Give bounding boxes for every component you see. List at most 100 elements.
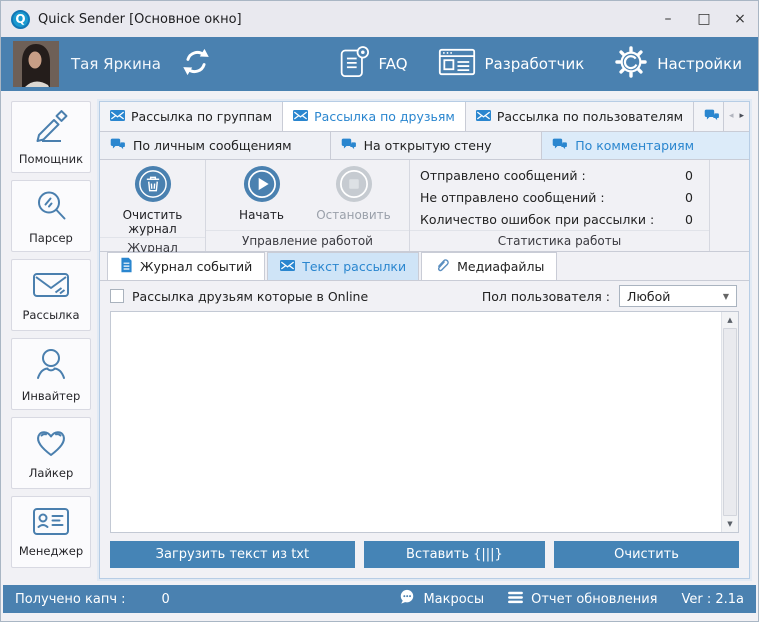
tab-mailing-video[interactable]: Рассылка по вид [694,102,724,131]
toolbar-group-stats: Отправлено сообщений : 0 Не отправлено с… [410,160,710,251]
document-icon [120,257,133,276]
refresh-button[interactable] [179,45,213,83]
stat-not-sent: Не отправлено сообщений : 0 [420,188,693,206]
stat-label: Количество ошибок при рассылки : [420,211,655,227]
faq-label: FAQ [378,55,408,73]
clear-log-label: Очистить журнал [122,208,183,237]
actions-row: Загрузить текст из txt Вставить {|||} Оч… [110,541,740,568]
start-label: Начать [239,208,284,222]
window-controls: – □ × [650,1,758,37]
clear-text-button[interactable]: Очистить [554,541,740,568]
browser-window-icon [438,47,476,81]
tab-media-files[interactable]: Медиафайлы [421,252,558,280]
sidebar-item-label: Менеджер [18,543,84,558]
developer-button[interactable]: Разработчик [438,47,585,81]
subtab-private-messages[interactable]: По личным сообщениям [100,132,331,159]
stat-label: Не отправлено сообщений : [420,189,605,205]
sidebar-item-inviter[interactable]: Инвайтер [11,338,91,410]
stat-value: 0 [685,189,693,205]
content-panel: Рассылка по группам Рассылка по друзьям … [99,101,750,579]
sub-tabs: По личным сообщениям На открытую стену П… [100,132,749,160]
tab-mailing-users[interactable]: Рассылка по пользователям [465,102,695,131]
gender-select[interactable]: Любой ▼ [619,285,737,307]
stop-button[interactable]: Остановить [313,165,395,230]
tab-mailing-text[interactable]: Текст рассылки [267,252,420,280]
tab-mailing-groups[interactable]: Рассылка по группам [100,102,284,131]
scroll-up-icon[interactable]: ▲ [722,312,738,328]
stat-sent: Отправлено сообщений : 0 [420,166,693,184]
subtab-comments[interactable]: По комментариям [542,132,749,159]
sidebar-item-label: Лайкер [28,465,74,480]
chat-bubbles-icon [110,138,126,154]
macros-button[interactable]: Макросы [399,589,484,609]
app-logo-icon: Q [11,9,30,29]
scrollbar-thumb[interactable] [723,328,737,516]
tab-label: Рассылка по друзьям [314,109,455,124]
start-button[interactable]: Начать [221,165,303,230]
stat-errors: Количество ошибок при рассылки : 0 [420,210,693,228]
chat-bubbles-icon [704,109,720,125]
vertical-scrollbar[interactable]: ▲ ▼ [721,312,738,532]
id-card-icon [32,507,70,541]
faq-button[interactable]: FAQ [339,45,408,83]
toolbar-group-log: Очистить журнал Журнал [100,160,206,255]
subtab-open-wall[interactable]: На открытую стену [330,132,543,159]
sidebar-item-manager[interactable]: Менеджер [11,496,91,568]
username: Тая Яркина [71,55,161,73]
captcha-count-value: 0 [161,591,170,607]
sidebar-item-parser[interactable]: Парсер [11,180,91,252]
subtab-label: По комментариям [575,138,695,153]
online-only-label: Рассылка друзьям которые в Online [132,288,369,304]
message-text-area-wrap: ▲ ▼ [110,311,739,533]
toolbar-filler [710,160,749,251]
app-window: Q Quick Sender [Основное окно] – □ × Тая… [0,0,759,622]
clear-log-button[interactable]: Очистить журнал [112,165,194,237]
insert-separator-button[interactable]: Вставить {|||} [363,541,546,568]
sidebar-item-helper[interactable]: Помощник [11,101,91,173]
window-title: Quick Sender [Основное окно] [38,11,242,27]
stat-label: Отправлено сообщений : [420,167,586,183]
header-bar: Тая Яркина FAQ Разработчик Настройки [1,37,758,91]
status-bar: Получено капч : 0 Макросы Отчет обновлен… [3,585,756,613]
stat-value: 0 [685,211,693,227]
pencil-icon [33,109,69,149]
magnifier-icon [33,188,69,228]
chat-bubbles-icon [341,138,357,154]
update-report-button[interactable]: Отчет обновления [508,591,657,608]
content-tabs: Журнал событий Текст рассылки Медиафайлы [100,252,749,281]
tab-mailing-friends[interactable]: Рассылка по друзьям [283,102,466,131]
chevron-down-icon: ▼ [722,291,729,301]
envelope-icon [32,269,70,305]
play-icon [243,165,281,207]
tab-scroll-left-icon[interactable]: ◂ [729,112,734,121]
heart-icon [33,427,69,463]
subtab-label: По личным сообщениям [133,138,292,153]
scroll-down-icon[interactable]: ▼ [722,516,738,532]
statusbar-right: Макросы Отчет обновления Ver : 2.1a [399,589,744,609]
message-text-area[interactable] [111,312,721,532]
settings-button[interactable]: Настройки [614,45,742,83]
tab-event-log[interactable]: Журнал событий [107,252,266,280]
envelope-icon [280,259,296,274]
gender-selected-value: Любой [627,288,671,304]
developer-label: Разработчик [484,55,585,73]
subtab-label: На открытую стену [363,138,492,153]
paperclip-icon [434,257,450,276]
speech-bubble-icon [399,589,415,609]
sidebar-item-mailer[interactable]: Рассылка [11,259,91,331]
online-only-checkbox[interactable] [110,289,124,303]
stop-label: Остановить [316,208,391,222]
close-button[interactable]: × [722,1,758,37]
main-area: Помощник Парсер Рассылка Инвайтер Лайкер… [1,91,758,585]
person-icon [33,346,69,386]
tab-label: Медиафайлы [457,259,545,274]
tab-scroll-right-icon[interactable]: ▸ [739,112,744,121]
gear-icon [614,45,648,83]
maximize-button[interactable]: □ [686,1,722,37]
tab-scroll-controls: ◂ ▸ [724,102,749,131]
sidebar-item-liker[interactable]: Лайкер [11,417,91,489]
load-text-from-txt-button[interactable]: Загрузить текст из txt [110,541,355,568]
version-label: Ver : 2.1a [681,591,744,607]
update-report-label: Отчет обновления [531,591,658,607]
minimize-button[interactable]: – [650,1,686,37]
